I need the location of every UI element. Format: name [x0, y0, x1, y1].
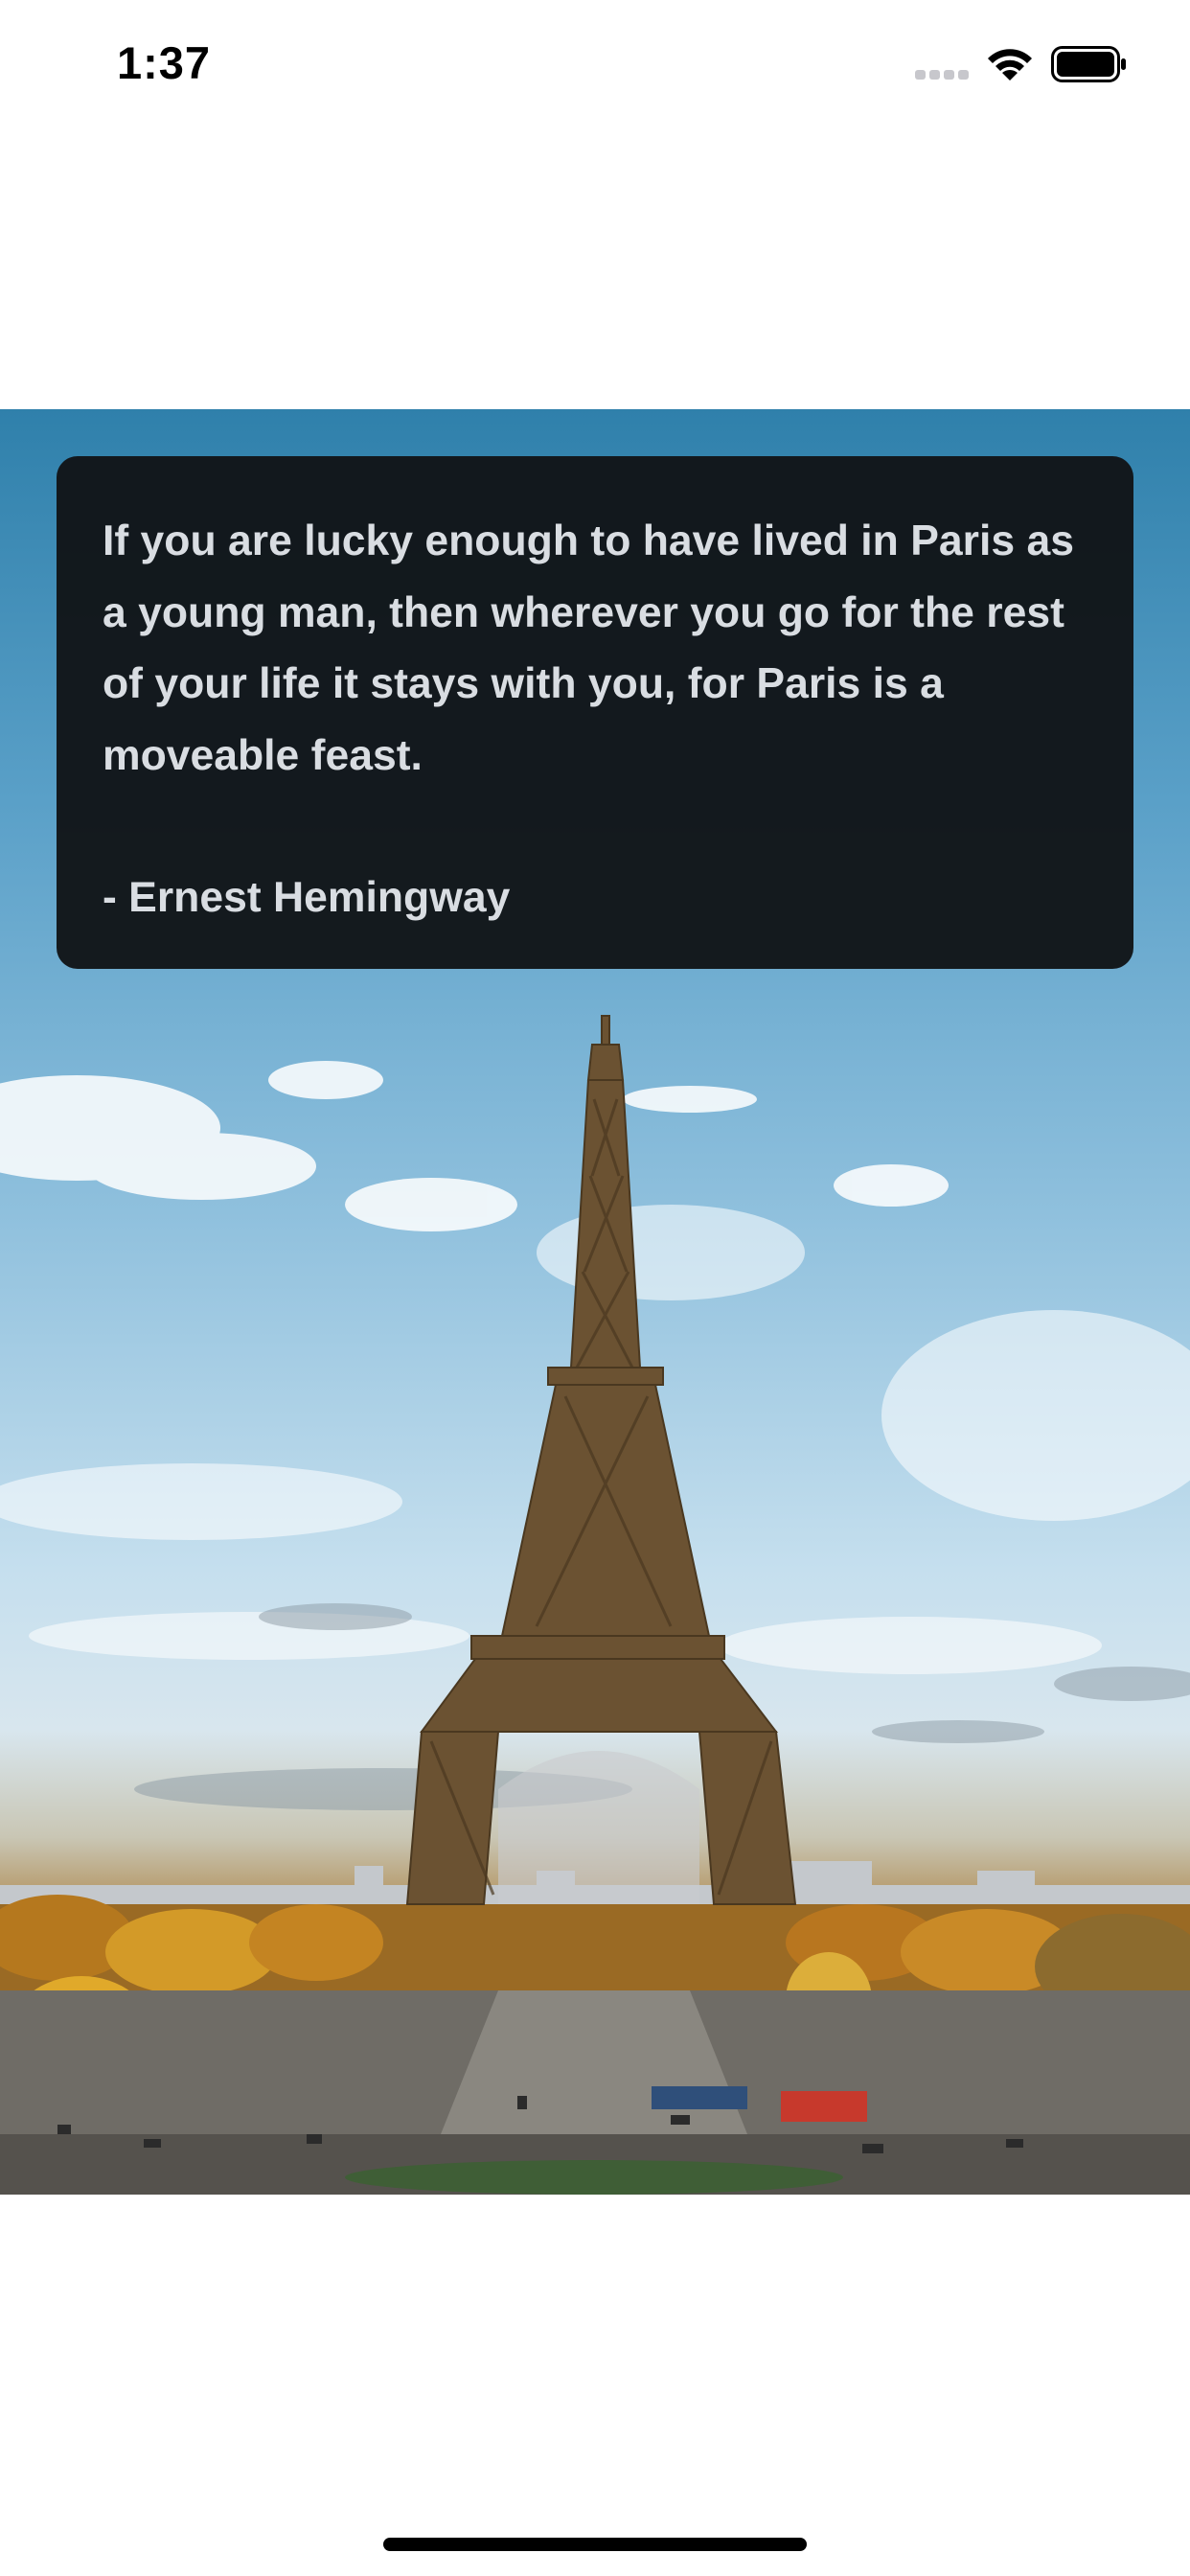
- quote-card: If you are lucky enough to have lived in…: [57, 456, 1133, 969]
- status-time: 1:37: [117, 37, 212, 88]
- status-bar: 1:37: [0, 0, 1190, 134]
- wifi-icon: [988, 49, 1032, 80]
- battery-icon: [1051, 46, 1126, 82]
- quote-text: If you are lucky enough to have lived in…: [103, 518, 1074, 779]
- cellular-signal-icon: [915, 70, 969, 80]
- home-indicator[interactable]: [383, 2538, 807, 2551]
- quote-author: - Ernest Hemingway: [103, 874, 511, 921]
